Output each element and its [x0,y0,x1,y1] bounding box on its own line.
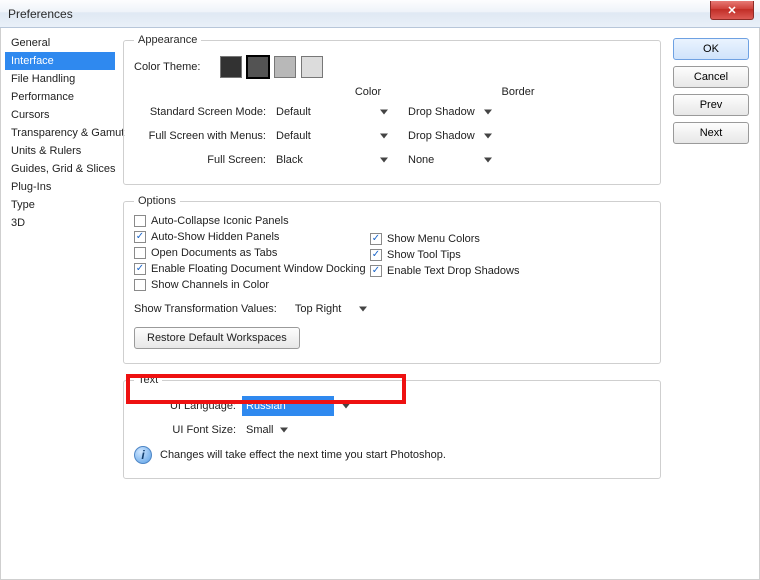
close-icon: ✕ [727,4,736,17]
transform-values-label: Show Transformation Values: [134,303,285,315]
chk-text-drop-shadows[interactable]: ✓Enable Text Drop Shadows [370,263,606,279]
cancel-button[interactable]: Cancel [673,66,749,88]
fullscreen-menus-label: Full Screen with Menus: [134,130,272,142]
main-panel: Appearance Color Theme: Color Border Sta… [119,28,667,579]
caret-down-icon [380,110,388,115]
std-screen-label: Standard Screen Mode: [134,106,272,118]
fullscreen-color-dropdown[interactable]: Black [272,150,392,170]
ui-language-label: UI Language: [134,400,242,412]
fullscreen-menus-border-dropdown[interactable]: Drop Shadow [404,126,496,146]
sidebar-item-3d[interactable]: 3D [5,214,115,232]
chk-show-menu-colors[interactable]: ✓Show Menu Colors [370,231,606,247]
caret-down-icon [484,110,492,115]
std-screen-border-dropdown[interactable]: Drop Shadow [404,102,496,122]
std-screen-color-dropdown[interactable]: Default [272,102,392,122]
dialog-body: General Interface File Handling Performa… [0,28,760,580]
sidebar-item-transparency-gamut[interactable]: Transparency & Gamut [5,124,115,142]
restore-workspaces-button[interactable]: Restore Default Workspaces [134,327,300,349]
sidebar-item-general[interactable]: General [5,34,115,52]
theme-swatch-1[interactable] [220,56,242,78]
sidebar-item-units-rulers[interactable]: Units & Rulers [5,142,115,160]
ui-font-size-dropdown[interactable]: Small [242,420,292,440]
header-border: Border [458,86,578,98]
text-legend: Text [134,374,162,386]
sidebar-item-interface[interactable]: Interface [5,52,115,70]
checkbox-icon: ✓ [370,233,382,245]
sidebar-item-type[interactable]: Type [5,196,115,214]
checkbox-icon: ✓ [134,231,146,243]
dialog-buttons: OK Cancel Prev Next [667,28,759,579]
transform-values-dropdown[interactable]: Top Right [291,299,371,319]
checkbox-icon: ✓ [370,249,382,261]
category-sidebar: General Interface File Handling Performa… [1,28,119,579]
sidebar-item-guides-grid-slices[interactable]: Guides, Grid & Slices [5,160,115,178]
fullscreen-label: Full Screen: [134,154,272,166]
sidebar-item-cursors[interactable]: Cursors [5,106,115,124]
sidebar-item-performance[interactable]: Performance [5,88,115,106]
appearance-group: Appearance Color Theme: Color Border Sta… [123,34,661,185]
caret-down-icon [342,404,350,409]
prev-button[interactable]: Prev [673,94,749,116]
ok-button[interactable]: OK [673,38,749,60]
color-theme-label: Color Theme: [134,61,220,73]
chk-channels-color[interactable]: Show Channels in Color [134,277,370,293]
sidebar-item-file-handling[interactable]: File Handling [5,70,115,88]
sidebar-item-plug-ins[interactable]: Plug-Ins [5,178,115,196]
titlebar: Preferences ✕ [0,0,760,28]
restart-notice: Changes will take effect the next time y… [160,449,446,461]
caret-down-icon [380,158,388,163]
theme-swatch-4[interactable] [301,56,323,78]
options-legend: Options [134,195,180,207]
chk-auto-show[interactable]: ✓Auto-Show Hidden Panels [134,229,370,245]
checkbox-icon: ✓ [370,265,382,277]
fullscreen-menus-color-dropdown[interactable]: Default [272,126,392,146]
chk-show-tool-tips[interactable]: ✓Show Tool Tips [370,247,606,263]
checkbox-icon: ✓ [134,263,146,275]
info-icon: i [134,446,152,464]
chk-floating-docking[interactable]: ✓Enable Floating Document Window Docking [134,261,370,277]
ui-language-dropdown[interactable]: Russian [242,396,334,416]
checkbox-icon [134,247,146,259]
options-group: Options Auto-Collapse Iconic Panels ✓Aut… [123,195,661,364]
appearance-legend: Appearance [134,34,201,46]
ui-font-size-label: UI Font Size: [134,424,242,436]
next-button[interactable]: Next [673,122,749,144]
caret-down-icon [359,307,367,312]
fullscreen-border-dropdown[interactable]: None [404,150,496,170]
checkbox-icon [134,215,146,227]
caret-down-icon [280,428,288,433]
caret-down-icon [484,134,492,139]
theme-swatch-3[interactable] [274,56,296,78]
window-title: Preferences [8,7,73,21]
color-theme-swatches [220,56,323,78]
header-color: Color [278,86,458,98]
chk-auto-collapse[interactable]: Auto-Collapse Iconic Panels [134,213,370,229]
close-button[interactable]: ✕ [710,1,754,20]
caret-down-icon [380,134,388,139]
chk-open-tabs[interactable]: Open Documents as Tabs [134,245,370,261]
caret-down-icon [484,158,492,163]
theme-swatch-2[interactable] [247,56,269,78]
text-group: Text UI Language: Russian UI Font Size: … [123,374,661,479]
checkbox-icon [134,279,146,291]
